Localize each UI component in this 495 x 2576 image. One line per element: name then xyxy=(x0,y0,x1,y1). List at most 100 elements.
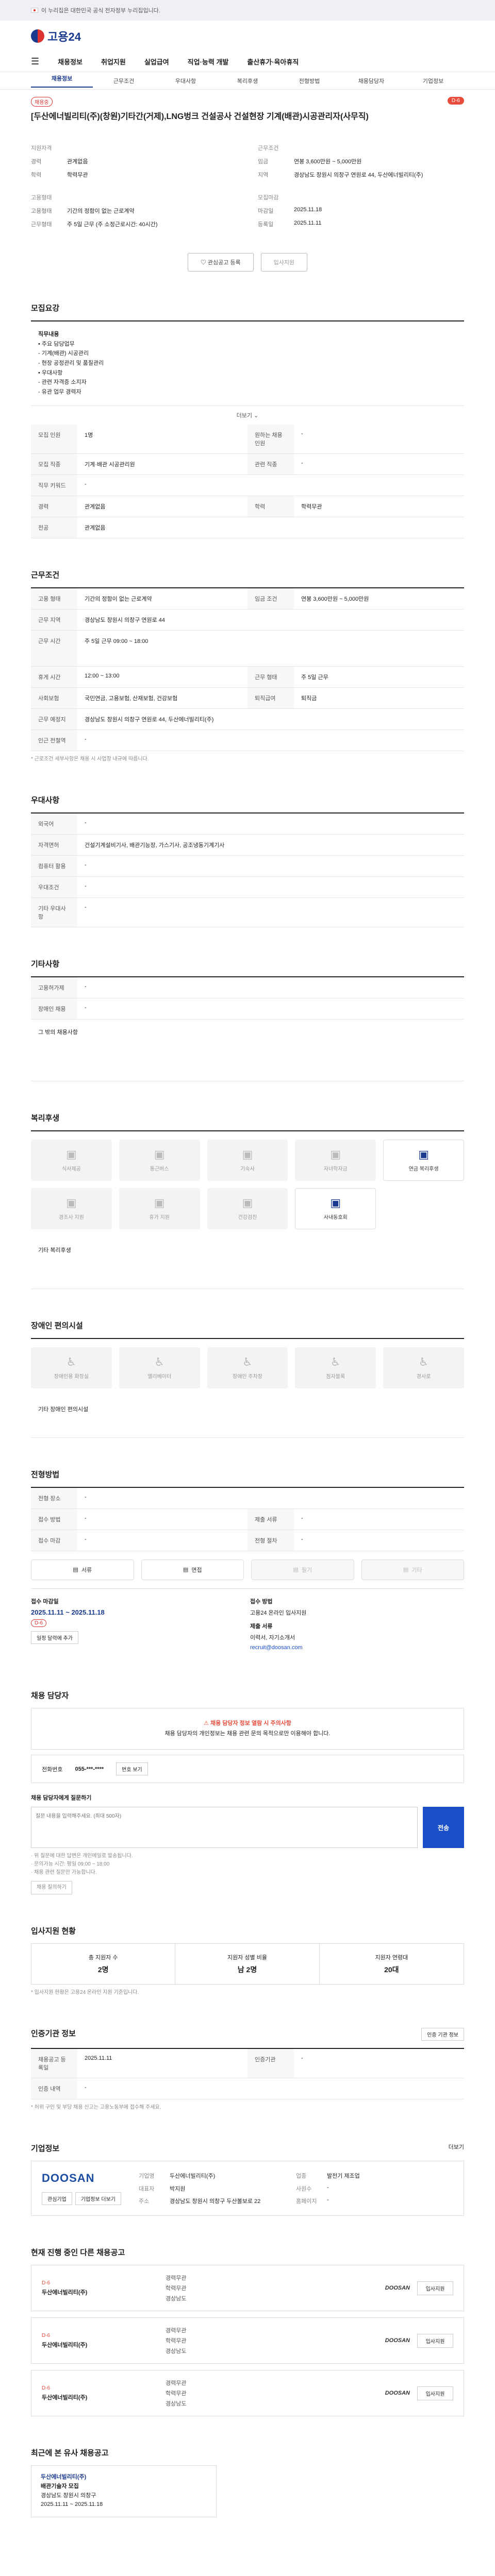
welfare-label: 휴가 지원 xyxy=(149,1215,170,1221)
disabled-box: ♿ 장애인용 화장실 ♿ 엘리베이터 ♿ 장애인 주차장 ♿ 점자블록 ♿ 경사로 기타 장애인 … xyxy=(31,1337,464,1438)
dday-badge: D-6 xyxy=(31,1619,47,1627)
job-meta: 경력무관 xyxy=(166,2380,187,2387)
row-value: 1명 xyxy=(85,432,93,438)
desc-line: - 유관 업무 경력자 xyxy=(38,389,81,396)
job-card[interactable]: D-6 두산에너빌리티(주) 경력무관 학력무관 경상남도 DOOSAN 입사지원 xyxy=(31,2265,464,2312)
job-summary: 지원자격 경력 관계없음 학력 학력무관 고용형태 고용형태 기간의 정함이 없는 근… xyxy=(31,144,464,243)
selection-table: 전형 장소 - 접수 방법 - 제출 서류 - 접수 마감 - 전형 절차 - xyxy=(31,1486,464,1551)
welfare-label: 사내동호회 xyxy=(323,1215,348,1221)
tab[interactable]: 채용담당자 xyxy=(340,77,402,85)
period-box: 접수 마감일 2025.11.11 ~ 2025.11.18 D-6 일정 달력… xyxy=(31,1588,464,1659)
company-key: 사원수 xyxy=(296,2185,312,2192)
welfare-label: 식사제공 xyxy=(61,1166,81,1173)
welfare-item: ▣ 식사제공 xyxy=(31,1139,112,1181)
email-link[interactable]: recruit@doosan.com xyxy=(250,1645,464,1651)
job-company: 두산에너빌리티(주) xyxy=(42,2394,88,2401)
welfare-item: ▣ 경조사 지원 xyxy=(31,1188,112,1229)
row-head: 자격면허 xyxy=(31,834,77,855)
section-title: 채용 담당자 xyxy=(31,1691,69,1700)
tab[interactable]: 전형방법 xyxy=(278,77,340,85)
table-row: 접수 마감 - 전형 절차 - xyxy=(31,1530,464,1551)
job-apply-button[interactable]: 입사지원 xyxy=(417,2333,453,2348)
inquiry-form: 전송 xyxy=(31,1807,464,1849)
stat-value: 20대 xyxy=(384,1965,399,1974)
inquiry-button[interactable]: 채용 질의하기 xyxy=(31,1881,72,1895)
phone-value: 055-***-**** xyxy=(75,1766,104,1772)
calendar-button[interactable]: 일정 달력에 추가 xyxy=(31,1631,78,1644)
job-brand: DOOSAN xyxy=(385,2390,410,2397)
deadline-label: 접수 방법 xyxy=(250,1598,273,1605)
nav-item[interactable]: 취업지원 xyxy=(101,57,126,66)
row-head: 경력 xyxy=(31,496,77,517)
scrap-button[interactable]: ♡ 관심공고 등록 xyxy=(187,253,254,272)
job-apply-button[interactable]: 입사지원 xyxy=(417,2281,453,2295)
company-detail-button[interactable]: 기업정보 더보기 xyxy=(75,2192,121,2206)
nav-item[interactable]: 출산휴가·육아휴직 xyxy=(247,57,299,66)
tab[interactable]: 우대사항 xyxy=(155,77,217,85)
row-value: - xyxy=(85,983,87,990)
company-value: 박지원 xyxy=(170,2185,186,2192)
recent-card[interactable]: 두산에너빌리티(주) 배관기술자 모집 경상남도 창원시 의창구 2025.11… xyxy=(31,2465,217,2517)
menu-icon[interactable]: ☰ xyxy=(31,56,39,67)
nav-item[interactable]: 채용정보 xyxy=(58,57,82,66)
welfare-label: 통근버스 xyxy=(150,1166,169,1173)
tab[interactable]: 복리후생 xyxy=(217,77,278,85)
facility-label: 점자블록 xyxy=(326,1374,345,1380)
row-head: 근무 시간 xyxy=(31,630,77,666)
company-key: 홈페이지 xyxy=(296,2198,317,2205)
inquiry-input[interactable] xyxy=(31,1807,418,1849)
site-header: 고용24 xyxy=(0,21,495,52)
fav-company-button[interactable]: 관심기업 xyxy=(42,2192,72,2206)
row-head: 임금 조건 xyxy=(248,588,294,609)
send-button[interactable]: 전송 xyxy=(423,1807,464,1849)
row-value: - xyxy=(85,2084,87,2091)
table-row: 근무 시간 주 5일 근무 09:00 ~ 18:00 xyxy=(31,630,464,667)
job-card[interactable]: D-6 두산에너빌리티(주) 경력무관 학력무관 경상남도 DOOSAN 입사지원 xyxy=(31,2317,464,2364)
table-row: 접수 방법 - 제출 서류 - xyxy=(31,1509,464,1530)
apply-button[interactable]: 입사지원 xyxy=(260,253,308,272)
welfare-grid: ▣ 식사제공 ▣ 통근버스 ▣ 기숙사 ▣ 자녀학자금 ▣ 연금 복리후생 ▣ 경조사 지원 ▣ 휴가 지… xyxy=(31,1131,464,1238)
method-label: 면접 xyxy=(191,1567,202,1573)
doc-icon: ▤ xyxy=(183,1567,189,1573)
welfare-extra: 기타 복리후생 xyxy=(31,1238,464,1289)
nav-item[interactable]: 직업·능력 개발 xyxy=(188,57,229,66)
job-description: 직무내용 • 주요 담당업무 - 기계(배관) 시공관리 - 현장 공정관리 및… xyxy=(31,321,464,406)
tab[interactable]: 기업정보 xyxy=(402,77,464,85)
main-nav: ☰ 채용정보 취업지원 실업급여 직업·능력 개발 출산휴가·육아휴직 xyxy=(0,52,495,72)
company-more-link[interactable]: 더보기 xyxy=(449,2143,464,2154)
row-head: 근무 형태 xyxy=(248,666,294,687)
table-row: 기타 우대사항 - xyxy=(31,897,464,927)
summary-conditions: 근무조건 임금 연봉 3,600만원 ~ 5,000만원 지역 경상남도 창원시 의… xyxy=(258,144,464,179)
company-value: 발전기 제조업 xyxy=(327,2173,360,2180)
summary-value: 2025.11.11 xyxy=(294,220,322,226)
period-value: 2025.11.11 ~ 2025.11.18 xyxy=(31,1608,105,1616)
summary-key: 경력 xyxy=(31,159,42,165)
row-head: 휴게 시간 xyxy=(31,666,77,687)
view-phone-button[interactable]: 번호 보기 xyxy=(116,1762,148,1776)
table-row: 고용 형태 기간의 정함이 없는 근로계약 임금 조건 연봉 3,600만원 ~ 5,… xyxy=(31,588,464,609)
section-title: 최근에 본 유사 채용공고 xyxy=(31,2449,109,2458)
logo[interactable]: 고용24 xyxy=(31,28,81,44)
tab[interactable]: 근무조건 xyxy=(93,77,155,85)
row-value: - xyxy=(85,1004,87,1011)
more-button[interactable]: 더보기 ⌄ xyxy=(31,406,464,425)
row-head: 인증 내역 xyxy=(31,2078,77,2099)
welfare-icon: ▣ xyxy=(330,1148,341,1161)
table-row: 고용허가제 - xyxy=(31,977,464,998)
job-meta: 경력무관 xyxy=(166,2328,187,2334)
job-card[interactable]: D-6 두산에너빌리티(주) 경력무관 학력무관 경상남도 DOOSAN 입사지원 xyxy=(31,2370,464,2417)
facility-label: 장애인용 화장실 xyxy=(54,1374,89,1380)
company-key: 대표자 xyxy=(139,2185,155,2192)
chevron-down-icon: ⌄ xyxy=(254,412,259,419)
info-header: 인증기관 정보 인증 기관 정보 xyxy=(31,2028,464,2041)
job-apply-button[interactable]: 입사지원 xyxy=(417,2386,453,2400)
info-button[interactable]: 인증 기관 정보 xyxy=(421,2028,464,2041)
company-key: 업종 xyxy=(296,2173,307,2180)
row-head: 사회보험 xyxy=(31,687,77,708)
disabled-note: 기타 장애인 편의시설 xyxy=(31,1397,464,1438)
tab[interactable]: 채용정보 xyxy=(31,74,93,88)
job-meta: 학력무관 xyxy=(166,2285,187,2292)
nav-item[interactable]: 실업급여 xyxy=(144,57,169,66)
row-head: 제출 서류 xyxy=(248,1509,294,1530)
job-dday: D-6 xyxy=(42,2332,51,2338)
